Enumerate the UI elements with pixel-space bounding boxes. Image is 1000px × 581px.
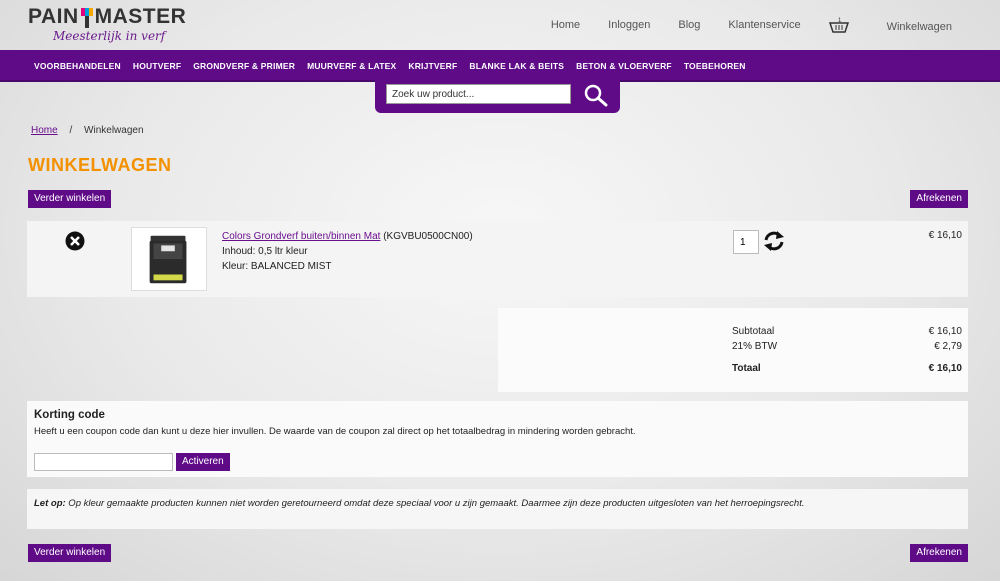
nav-cart[interactable]: 1 Winkelwagen — [828, 18, 952, 35]
totals-panel: Subtotaal € 16,10 21% BTW € 2,79 Totaal … — [498, 308, 968, 392]
page-title: WINKELWAGEN — [28, 155, 172, 175]
subtotal-label: Subtotaal — [732, 326, 775, 337]
discount-panel: Korting code Heeft u een coupon code dan… — [27, 401, 968, 477]
category-item[interactable]: MUURVERF & LATEX — [307, 50, 396, 82]
product-link[interactable]: Colors Grondverf buiten/binnen Mat — [222, 231, 380, 242]
subtotal-value: € 16,10 — [928, 326, 962, 337]
discount-description: Heeft u een coupon code dan kunt u deze … — [34, 426, 636, 437]
category-item[interactable]: VOORBEHANDELEN — [34, 50, 121, 82]
category-item[interactable]: BETON & VLOERVERF — [576, 50, 672, 82]
product-sku: (KGVBU0500CN00) — [383, 231, 473, 242]
paint-can-image — [149, 235, 187, 284]
nav-blog[interactable]: Blog — [678, 19, 700, 35]
breadcrumb-separator: / — [69, 125, 73, 136]
continue-shopping-button-top[interactable]: Verder winkelen — [28, 190, 112, 208]
nav-cart-label: Winkelwagen — [886, 21, 952, 33]
category-item[interactable]: GRONDVERF & PRIMER — [193, 50, 295, 82]
breadcrumb-current: Winkelwagen — [84, 125, 144, 136]
item-price: € 16,10 — [928, 230, 962, 241]
coupon-code-input[interactable] — [34, 453, 173, 471]
subtotal-row: Subtotaal € 16,10 — [732, 324, 962, 339]
category-item[interactable]: KRIJTVERF — [408, 50, 457, 82]
product-content: Inhoud: 0,5 ltr kleur — [222, 246, 308, 257]
product-thumbnail[interactable] — [131, 227, 207, 291]
category-item[interactable]: BLANKE LAK & BEITS — [469, 50, 564, 82]
total-value: € 16,10 — [928, 363, 962, 374]
category-item[interactable]: HOUTVERF — [133, 50, 181, 82]
continue-shopping-button-bottom[interactable]: Verder winkelen — [28, 544, 112, 562]
quantity-input[interactable] — [733, 230, 759, 254]
note-label: Let op: — [34, 498, 66, 509]
basket-icon: 1 — [828, 18, 849, 33]
category-bar: VOORBEHANDELEN HOUTVERF GRONDVERF & PRIMER… — [0, 50, 1000, 82]
remove-item-icon[interactable] — [65, 231, 85, 251]
category-list: VOORBEHANDELEN HOUTVERF GRONDVERF & PRIMER… — [0, 50, 1000, 82]
paintbrush-icon — [80, 8, 94, 28]
cart-item-row: Colors Grondverf buiten/binnen Mat (KGVB… — [27, 221, 968, 297]
total-row: Totaal € 16,10 — [732, 354, 962, 374]
breadcrumb: Home / Winkelwagen — [31, 125, 144, 136]
checkout-button-top[interactable]: Afrekenen — [910, 190, 968, 208]
vat-label: 21% BTW — [732, 341, 778, 352]
totals-table: Subtotaal € 16,10 21% BTW € 2,79 Totaal … — [732, 324, 962, 374]
total-label: Totaal — [732, 363, 761, 374]
nav-customer-service[interactable]: Klantenservice — [728, 19, 800, 35]
return-policy-note: Let op: Op kleur gemaakte producten kunn… — [27, 489, 968, 529]
breadcrumb-home[interactable]: Home — [31, 125, 58, 136]
vat-value: € 2,79 — [934, 341, 962, 352]
nav-home[interactable]: Home — [551, 19, 580, 35]
site-header: PAIN MASTER Meesterlijk in verf Home Inl… — [0, 0, 1000, 50]
checkout-button-bottom[interactable]: Afrekenen — [910, 544, 968, 562]
category-item[interactable]: TOEBEHOREN — [684, 50, 746, 82]
top-navigation: Home Inloggen Blog Klantenservice 1 Wink… — [523, 18, 952, 35]
logo[interactable]: PAIN MASTER Meesterlijk in verf — [28, 5, 187, 44]
search-input[interactable] — [386, 84, 571, 104]
product-color: Kleur: BALANCED MIST — [222, 261, 332, 272]
activate-coupon-button[interactable]: Activeren — [176, 453, 230, 471]
note-text: Op kleur gemaakte producten kunnen niet … — [65, 498, 805, 509]
search-box — [375, 80, 620, 113]
logo-text-part1: PAIN — [28, 5, 79, 28]
logo-text-part2: MASTER — [94, 5, 187, 28]
refresh-icon[interactable] — [762, 229, 786, 253]
nav-login[interactable]: Inloggen — [608, 19, 650, 35]
vat-row: 21% BTW € 2,79 — [732, 339, 962, 354]
item-details: Colors Grondverf buiten/binnen Mat (KGVB… — [222, 229, 473, 274]
discount-title: Korting code — [34, 409, 105, 421]
logo-tagline: Meesterlijk in verf — [53, 29, 166, 43]
search-icon[interactable] — [583, 83, 609, 109]
